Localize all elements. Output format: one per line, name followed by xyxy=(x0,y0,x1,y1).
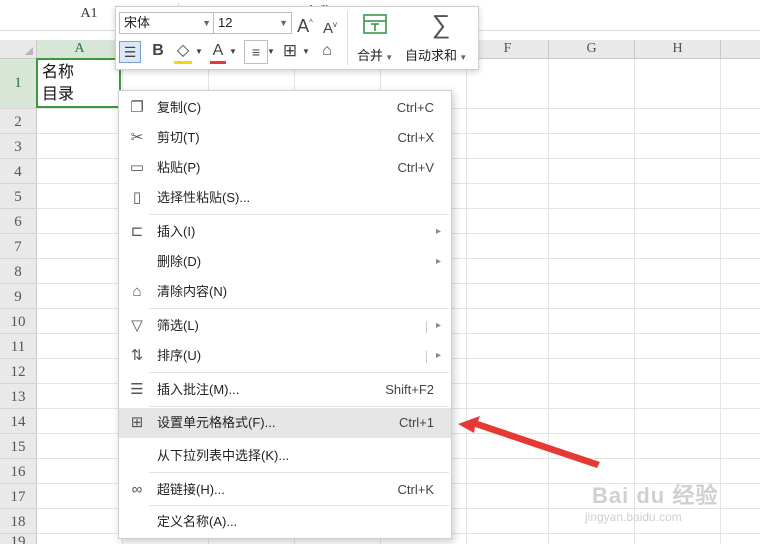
watermark-url: jingyan.baidu.com xyxy=(585,510,682,524)
watermark: Bai du 经验 jingyan.baidu.com xyxy=(580,468,760,538)
watermark-brand: Bai du 经验 xyxy=(592,483,719,508)
annotation-arrow xyxy=(458,416,600,468)
